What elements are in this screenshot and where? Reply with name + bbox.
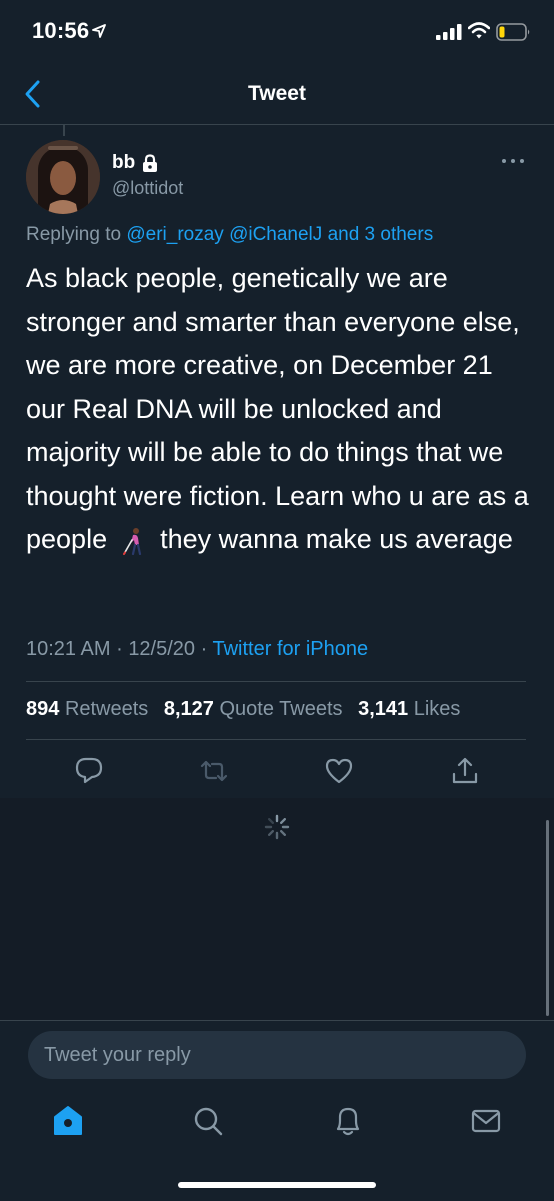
woman-with-cane-emoji-icon xyxy=(122,527,141,555)
status-bar: 10:56 xyxy=(0,0,554,66)
tweet-text-part2: they wanna make us average xyxy=(160,524,513,554)
author-name-row[interactable]: bb xyxy=(112,152,159,174)
status-time: 10:56 xyxy=(32,18,90,43)
tweet-source-link[interactable]: Twitter for iPhone xyxy=(212,638,368,660)
divider xyxy=(26,681,526,682)
mail-icon[interactable] xyxy=(470,1104,502,1138)
quote-tweets-count: 8,127 xyxy=(163,698,214,720)
lock-icon xyxy=(143,153,158,172)
author-handle[interactable]: @lottidot xyxy=(112,178,183,199)
retweet-icon[interactable] xyxy=(199,756,229,786)
cellular-signal-icon xyxy=(436,24,462,40)
tweet-time: 10:21 AM xyxy=(26,638,111,660)
quote-tweets-stat[interactable]: 8,127 Quote Tweets xyxy=(164,698,343,720)
home-icon[interactable] xyxy=(52,1104,84,1138)
engagement-stats: 894 Retweets 8,127 Quote Tweets 3,141 Li… xyxy=(26,698,460,721)
author-display-name[interactable]: bb xyxy=(112,152,135,174)
bell-icon[interactable] xyxy=(332,1104,364,1138)
home-indicator[interactable] xyxy=(178,1182,376,1188)
reply-input[interactable]: Tweet your reply xyxy=(28,1031,526,1079)
retweets-count: 894 xyxy=(26,698,60,720)
avatar[interactable] xyxy=(26,140,100,214)
tweet-meta: 10:21 AM · 12/5/20 · Twitter for iPhone xyxy=(26,638,368,661)
heart-icon[interactable] xyxy=(324,756,354,786)
replying-to-line: Replying to @eri_rozay @iChanelJ and 3 o… xyxy=(26,224,433,246)
avatar-image xyxy=(26,140,100,214)
reply-icon[interactable] xyxy=(74,756,104,786)
wifi-icon xyxy=(468,22,490,39)
thread-connector-line xyxy=(63,124,65,136)
share-icon[interactable] xyxy=(450,756,480,786)
likes-label: Likes xyxy=(413,698,461,720)
more-options-icon[interactable] xyxy=(500,156,526,166)
battery-icon xyxy=(496,23,530,41)
search-icon[interactable] xyxy=(192,1104,224,1138)
meta-separator: · xyxy=(116,638,123,660)
nav-header: Tweet xyxy=(0,66,554,125)
scrollbar[interactable] xyxy=(546,820,549,1016)
retweets-stat[interactable]: 894 Retweets xyxy=(26,698,148,720)
page-title: Tweet xyxy=(248,82,306,105)
reply-placeholder: Tweet your reply xyxy=(44,1044,191,1066)
loading-spinner-icon xyxy=(264,814,290,840)
divider xyxy=(26,739,526,740)
tweet-date: 12/5/20 xyxy=(128,638,196,660)
quote-tweets-label: Quote Tweets xyxy=(219,698,343,720)
likes-count: 3,141 xyxy=(358,698,409,720)
replying-mention[interactable]: @eri_rozay xyxy=(126,224,223,245)
tweet-text-part1: As black people, genetically we are stro… xyxy=(26,263,529,554)
meta-separator: · xyxy=(200,638,208,660)
replying-others-link[interactable]: and 3 others xyxy=(328,224,434,245)
likes-stat[interactable]: 3,141 Likes xyxy=(358,698,460,720)
replying-prefix: Replying to xyxy=(26,224,122,245)
location-arrow-icon xyxy=(92,24,106,38)
replying-mention[interactable]: @iChanelJ xyxy=(229,224,322,245)
retweets-label: Retweets xyxy=(64,698,149,720)
tweet-text: As black people, genetically we are stro… xyxy=(26,257,536,562)
